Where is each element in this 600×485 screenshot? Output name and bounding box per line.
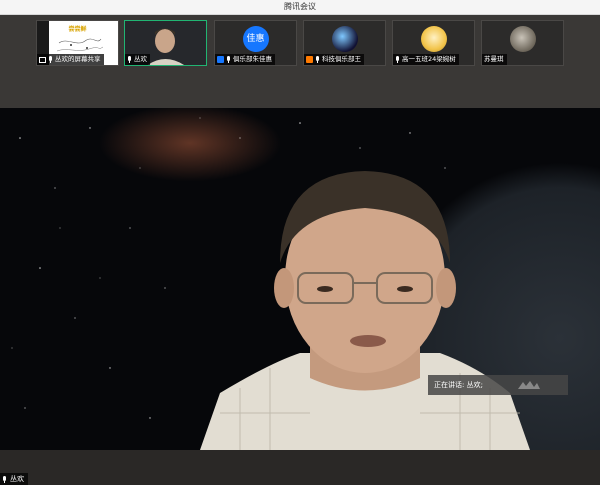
participant-label: 高一五班24梁婉树 (393, 54, 459, 65)
participant-label: 科技俱乐部王 (304, 54, 364, 65)
mic-icon (127, 56, 132, 63)
participant-label: 俱乐部朱佳惠 (215, 54, 275, 65)
participant-strip: 尝尝鲜 丛欢的屏幕共享 丛欢 佳惠 俱乐部朱佳惠 科技俱乐部王 高一五班24梁婉… (0, 15, 600, 70)
participant-tile-avatar[interactable]: 苏曼琪 (481, 20, 564, 66)
participant-name: 俱乐部朱佳惠 (233, 55, 272, 63)
title-bar: 腾讯会议 (0, 0, 600, 15)
avatar: 佳惠 (242, 26, 269, 52)
participant-name: 丛欢 (134, 55, 147, 63)
mic-icon (48, 56, 53, 63)
participant-tile-video[interactable]: 丛欢 (124, 20, 207, 66)
audio-wave-icon (518, 381, 540, 389)
participant-name: 苏曼琪 (484, 55, 504, 63)
user-icon (306, 56, 313, 63)
bottom-bar (0, 450, 600, 485)
main-video[interactable]: 正在讲话: 丛欢; (0, 108, 600, 450)
mic-icon (2, 475, 7, 483)
participant-label: 苏曼琪 (482, 54, 507, 65)
avatar (331, 26, 358, 52)
toolbar-area (0, 70, 600, 108)
speaking-label: 正在讲话: 丛欢; (434, 381, 483, 389)
user-icon (217, 56, 224, 63)
mic-icon (226, 56, 231, 63)
participant-name: 高一五班24梁婉树 (402, 55, 456, 63)
screen-share-icon (39, 56, 46, 63)
participant-name: 科技俱乐部王 (322, 55, 361, 63)
speaker-name-tag: 丛欢 (0, 473, 28, 485)
mic-muted-icon (315, 56, 320, 63)
speaker-name: 丛欢 (10, 475, 24, 483)
participant-tile-avatar[interactable]: 佳惠 俱乐部朱佳惠 (214, 20, 297, 66)
active-speaker-indicator: 正在讲话: 丛欢; (428, 375, 568, 395)
speaker-video (200, 171, 530, 450)
avatar (509, 26, 536, 52)
participant-name: 丛欢的屏幕共享 (55, 55, 101, 63)
participant-tile-screen-share[interactable]: 尝尝鲜 丛欢的屏幕共享 (36, 20, 119, 66)
participant-tile-avatar[interactable]: 高一五班24梁婉树 (392, 20, 475, 66)
avatar (420, 26, 447, 52)
mic-muted-icon (395, 56, 400, 63)
participant-tile-avatar[interactable]: 科技俱乐部王 (303, 20, 386, 66)
participant-label: 丛欢的屏幕共享 (37, 54, 104, 65)
participant-label: 丛欢 (125, 54, 150, 65)
window-title: 腾讯会议 (284, 2, 316, 11)
